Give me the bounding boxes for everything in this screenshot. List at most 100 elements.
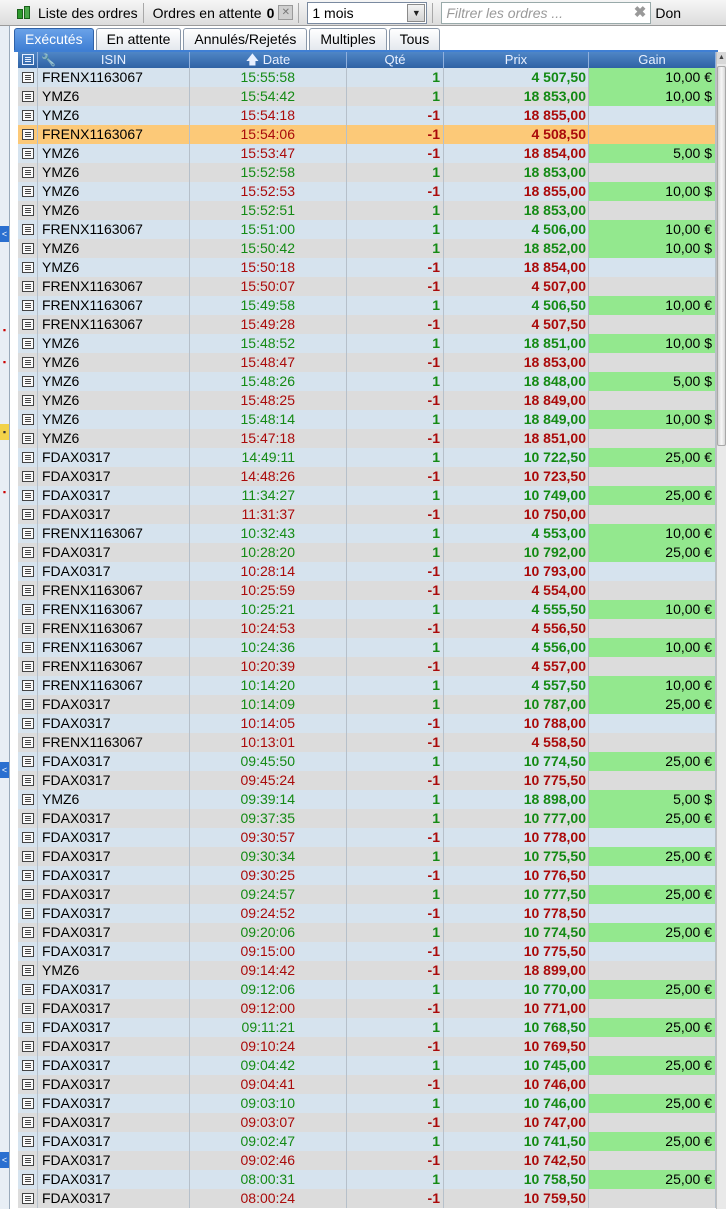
row-icon-cell[interactable] — [18, 771, 38, 790]
row-icon-cell[interactable] — [18, 904, 38, 923]
table-row[interactable]: FRENX1163067 10:24:53 -1 4 556,50 — [18, 619, 716, 638]
table-row[interactable]: FDAX0317 09:45:24 -1 10 775,50 — [18, 771, 716, 790]
row-icon-cell[interactable] — [18, 885, 38, 904]
row-icon-cell[interactable] — [18, 220, 38, 239]
row-icon-cell[interactable] — [18, 866, 38, 885]
table-row[interactable]: FDAX0317 10:14:05 -1 10 788,00 — [18, 714, 716, 733]
table-row[interactable]: FDAX0317 09:03:07 -1 10 747,00 — [18, 1113, 716, 1132]
row-icon-cell[interactable] — [18, 847, 38, 866]
row-icon-cell[interactable] — [18, 1075, 38, 1094]
row-icon-cell[interactable] — [18, 714, 38, 733]
row-icon-cell[interactable] — [18, 1151, 38, 1170]
table-row[interactable]: FDAX0317 09:03:10 1 10 746,00 25,00 € — [18, 1094, 716, 1113]
row-icon-cell[interactable] — [18, 163, 38, 182]
scroll-up-icon[interactable]: ▲ — [717, 52, 726, 64]
row-icon-cell[interactable] — [18, 961, 38, 980]
row-icon-cell[interactable] — [18, 486, 38, 505]
row-icon-cell[interactable] — [18, 543, 38, 562]
table-row[interactable]: FDAX0317 10:28:20 1 10 792,00 25,00 € — [18, 543, 716, 562]
table-row[interactable]: FDAX0317 09:30:34 1 10 775,50 25,00 € — [18, 847, 716, 866]
tab-tous[interactable]: Tous — [388, 28, 441, 50]
row-icon-cell[interactable] — [18, 1113, 38, 1132]
row-icon-cell[interactable] — [18, 942, 38, 961]
table-row[interactable]: FRENX1163067 15:54:06 -1 4 508,50 — [18, 125, 716, 144]
row-icon-cell[interactable] — [18, 106, 38, 125]
clear-filter-icon[interactable]: ✖ — [634, 3, 647, 23]
table-row[interactable]: FDAX0317 11:34:27 1 10 749,00 25,00 € — [18, 486, 716, 505]
table-row[interactable]: YMZ6 09:14:42 -1 18 899,00 — [18, 961, 716, 980]
table-row[interactable]: FDAX0317 09:20:06 1 10 774,50 25,00 € — [18, 923, 716, 942]
column-header-icon[interactable] — [18, 52, 38, 68]
row-icon-cell[interactable] — [18, 524, 38, 543]
row-icon-cell[interactable] — [18, 372, 38, 391]
table-row[interactable]: FDAX0317 08:00:31 1 10 758,50 25,00 € — [18, 1170, 716, 1189]
row-icon-cell[interactable] — [18, 999, 38, 1018]
row-icon-cell[interactable] — [18, 581, 38, 600]
table-row[interactable]: YMZ6 15:52:58 1 18 853,00 — [18, 163, 716, 182]
table-row[interactable]: FDAX0317 09:11:21 1 10 768,50 25,00 € — [18, 1018, 716, 1037]
row-icon-cell[interactable] — [18, 125, 38, 144]
row-icon-cell[interactable] — [18, 809, 38, 828]
row-icon-cell[interactable] — [18, 296, 38, 315]
table-row[interactable]: FDAX0317 09:12:00 -1 10 771,00 — [18, 999, 716, 1018]
row-icon-cell[interactable] — [18, 239, 38, 258]
row-icon-cell[interactable] — [18, 410, 38, 429]
table-row[interactable]: FDAX0317 09:04:41 -1 10 746,00 — [18, 1075, 716, 1094]
table-row[interactable]: FDAX0317 08:00:24 -1 10 759,50 — [18, 1189, 716, 1208]
table-row[interactable]: FDAX0317 11:31:37 -1 10 750,00 — [18, 505, 716, 524]
tab-multiples[interactable]: Multiples — [309, 28, 387, 50]
row-icon-cell[interactable] — [18, 144, 38, 163]
row-icon-cell[interactable] — [18, 1132, 38, 1151]
scrollbar-thumb[interactable] — [717, 66, 726, 446]
chevron-down-icon[interactable]: ▼ — [407, 3, 426, 22]
table-row[interactable]: FDAX0317 09:15:00 -1 10 775,50 — [18, 942, 716, 961]
row-icon-cell[interactable] — [18, 657, 38, 676]
table-row[interactable]: FRENX1163067 15:50:07 -1 4 507,00 — [18, 277, 716, 296]
clear-pending-icon[interactable]: ✕ — [278, 5, 294, 20]
table-row[interactable]: YMZ6 15:48:25 -1 18 849,00 — [18, 391, 716, 410]
table-row[interactable]: YMZ6 15:50:42 1 18 852,00 10,00 $ — [18, 239, 716, 258]
row-icon-cell[interactable] — [18, 467, 38, 486]
row-icon-cell[interactable] — [18, 1037, 38, 1056]
table-row[interactable]: FDAX0317 14:49:11 1 10 722,50 25,00 € — [18, 448, 716, 467]
table-row[interactable]: YMZ6 15:52:51 1 18 853,00 — [18, 201, 716, 220]
table-row[interactable]: FRENX1163067 15:49:58 1 4 506,50 10,00 € — [18, 296, 716, 315]
row-icon-cell[interactable] — [18, 1018, 38, 1037]
column-header-qty[interactable]: Qté — [347, 52, 444, 68]
table-row[interactable]: FDAX0317 09:30:57 -1 10 778,00 — [18, 828, 716, 847]
row-icon-cell[interactable] — [18, 315, 38, 334]
column-header-gain[interactable]: Gain — [589, 52, 716, 68]
table-row[interactable]: FDAX0317 09:45:50 1 10 774,50 25,00 € — [18, 752, 716, 771]
row-icon-cell[interactable] — [18, 429, 38, 448]
table-row[interactable]: FRENX1163067 15:51:00 1 4 506,00 10,00 € — [18, 220, 716, 239]
row-icon-cell[interactable] — [18, 448, 38, 467]
table-row[interactable]: FRENX1163067 10:25:59 -1 4 554,00 — [18, 581, 716, 600]
row-icon-cell[interactable] — [18, 562, 38, 581]
table-row[interactable]: FRENX1163067 10:32:43 1 4 553,00 10,00 € — [18, 524, 716, 543]
row-icon-cell[interactable] — [18, 353, 38, 372]
table-row[interactable]: YMZ6 09:39:14 1 18 898,00 5,00 $ — [18, 790, 716, 809]
table-row[interactable]: YMZ6 15:54:18 -1 18 855,00 — [18, 106, 716, 125]
table-row[interactable]: YMZ6 15:47:18 -1 18 851,00 — [18, 429, 716, 448]
column-header-date[interactable]: 🡅 Date — [190, 52, 347, 68]
row-icon-cell[interactable] — [18, 87, 38, 106]
row-icon-cell[interactable] — [18, 828, 38, 847]
tab-annules-rejetes[interactable]: Annulés/Rejetés — [183, 28, 308, 50]
row-icon-cell[interactable] — [18, 1170, 38, 1189]
row-icon-cell[interactable] — [18, 600, 38, 619]
table-row[interactable]: FDAX0317 10:14:09 1 10 787,00 25,00 € — [18, 695, 716, 714]
collapse-arrow-icon[interactable]: < — [0, 762, 9, 778]
table-row[interactable]: YMZ6 15:48:47 -1 18 853,00 — [18, 353, 716, 372]
row-icon-cell[interactable] — [18, 391, 38, 410]
row-icon-cell[interactable] — [18, 1094, 38, 1113]
row-icon-cell[interactable] — [18, 790, 38, 809]
row-icon-cell[interactable] — [18, 182, 38, 201]
table-row[interactable]: FDAX0317 09:24:57 1 10 777,50 25,00 € — [18, 885, 716, 904]
table-row[interactable]: FDAX0317 09:37:35 1 10 777,00 25,00 € — [18, 809, 716, 828]
row-icon-cell[interactable] — [18, 1189, 38, 1208]
column-header-price[interactable]: Prix — [444, 52, 589, 68]
table-row[interactable]: FRENX1163067 10:24:36 1 4 556,00 10,00 € — [18, 638, 716, 657]
table-row[interactable]: FDAX0317 09:24:52 -1 10 778,50 — [18, 904, 716, 923]
table-row[interactable]: YMZ6 15:48:26 1 18 848,00 5,00 $ — [18, 372, 716, 391]
row-icon-cell[interactable] — [18, 258, 38, 277]
